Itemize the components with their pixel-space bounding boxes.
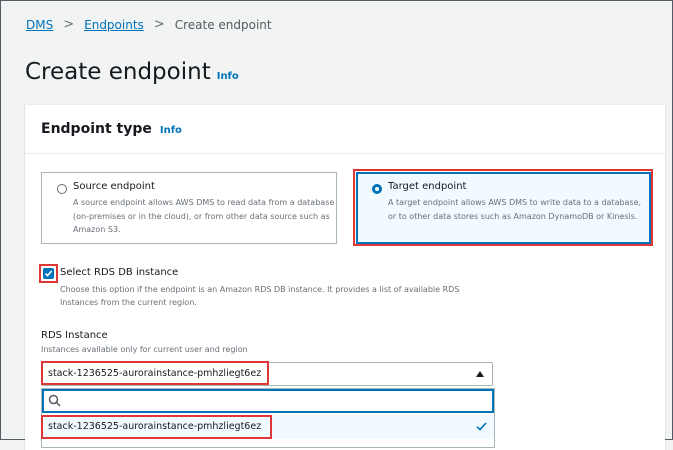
source-endpoint-radio[interactable]: [57, 184, 67, 194]
dropdown-option[interactable]: stack-1236525-aurorainstance-pmhzliegt6e…: [42, 415, 494, 439]
endpoint-type-panel: Endpoint type Info Source endpoint A sou…: [25, 104, 665, 450]
rds-instance-dropdown: stack-1236525-aurorainstance-pmhzliegt6e…: [41, 388, 495, 448]
rds-checkbox-label: Select RDS DB instance: [60, 267, 179, 278]
breadcrumb-dms-link[interactable]: DMS: [26, 18, 53, 32]
page-title-row: Create endpoint Info: [25, 59, 239, 85]
page-info-link[interactable]: Info: [217, 71, 239, 82]
breadcrumb-endpoints-link[interactable]: Endpoints: [84, 18, 144, 32]
section-header: Endpoint type Info: [41, 121, 182, 137]
rds-instance-selected-value: stack-1236525-aurorainstance-pmhzliegt6e…: [48, 368, 262, 379]
target-endpoint-tile[interactable]: Target endpoint A target endpoint allows…: [356, 172, 651, 244]
checkmark-icon: [44, 270, 53, 277]
source-endpoint-label: Source endpoint: [73, 181, 155, 192]
target-endpoint-label: Target endpoint: [388, 181, 467, 192]
rds-checkbox-description: Choose this option if the endpoint is an…: [60, 285, 460, 307]
caret-up-icon: [476, 371, 484, 377]
breadcrumb: DMS > Endpoints > Create endpoint: [26, 17, 272, 32]
rds-instance-checkbox[interactable]: [43, 268, 54, 279]
check-icon: [476, 422, 487, 431]
section-info-link[interactable]: Info: [160, 125, 182, 136]
dropdown-option-label: stack-1236525-aurorainstance-pmhzliegt6e…: [48, 421, 262, 432]
source-endpoint-description: A source endpoint allows AWS DMS to read…: [73, 198, 335, 234]
search-icon: [48, 394, 61, 407]
rds-instance-label: RDS Instance: [41, 330, 108, 341]
source-endpoint-tile[interactable]: Source endpoint A source endpoint allows…: [41, 172, 337, 244]
rds-instance-select[interactable]: stack-1236525-aurorainstance-pmhzliegt6e…: [41, 362, 493, 386]
target-endpoint-description: A target endpoint allows AWS DMS to writ…: [388, 198, 642, 221]
target-endpoint-radio[interactable]: [372, 184, 382, 194]
breadcrumb-current: Create endpoint: [174, 17, 272, 32]
breadcrumb-separator: >: [63, 17, 75, 32]
section-divider: [25, 153, 665, 154]
rds-instance-description: Instances available only for current use…: [41, 345, 248, 354]
dropdown-filter-input[interactable]: [42, 389, 494, 413]
section-title: Endpoint type: [41, 121, 152, 137]
page-title: Create endpoint: [25, 59, 211, 85]
breadcrumb-separator: >: [153, 17, 165, 32]
